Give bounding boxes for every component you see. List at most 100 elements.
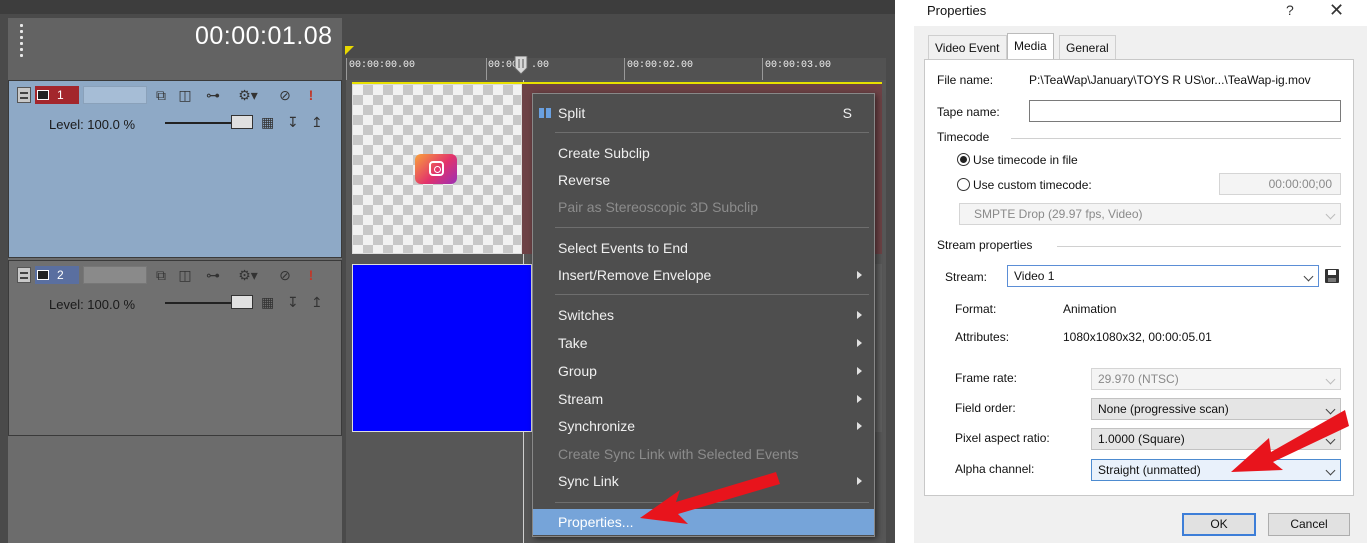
timecode-display: 00:00:01.08	[195, 22, 333, 50]
select-value: Straight (unmatted)	[1098, 463, 1201, 477]
track-header-2[interactable]: 2 ⧉ ◫ ⊶ ⚙▾ ⊘ ! Level: 100.0 % ▦ ↧ ↥	[8, 260, 342, 436]
cancel-button[interactable]: Cancel	[1268, 513, 1350, 536]
mute-icon[interactable]: ⊘	[277, 87, 293, 103]
compositing-up-icon[interactable]: ↥	[311, 114, 323, 131]
file-name-label: File name:	[937, 73, 994, 87]
level-slider-thumb[interactable]	[231, 295, 253, 309]
select-value: None (progressive scan)	[1098, 402, 1229, 416]
stream-label: Stream:	[945, 270, 988, 284]
menu-item-label: Properties...	[558, 514, 634, 530]
track-level-label: Level: 100.0 %	[49, 297, 136, 312]
menu-item-label: Split	[558, 105, 586, 121]
alpha-channel-label: Alpha channel:	[955, 462, 1035, 476]
stream-select[interactable]: Video 1	[1007, 265, 1319, 287]
track-name-field[interactable]	[83, 266, 147, 284]
compositing-up-icon[interactable]: ↥	[311, 294, 323, 311]
fx-gear-icon[interactable]: ⚙▾	[233, 87, 263, 103]
menu-item-label: Stream	[558, 391, 604, 407]
submenu-arrow-icon	[857, 339, 862, 347]
alpha-icon[interactable]: ▦	[261, 294, 274, 311]
use-file-timecode-radio[interactable]	[957, 153, 970, 166]
menu-item-split[interactable]: Split S	[533, 100, 874, 126]
ruler-tick: 00:00:03.00	[765, 60, 832, 71]
tab-media[interactable]: Media	[1007, 33, 1054, 60]
menu-item-switches[interactable]: Switches	[533, 302, 874, 328]
top-strip	[0, 0, 895, 14]
alpha-icon[interactable]: ▦	[261, 114, 274, 131]
menu-item-label: Reverse	[558, 172, 611, 188]
compositing-down-icon[interactable]: ↧	[287, 294, 299, 311]
playhead-marker[interactable]	[513, 56, 529, 76]
tab-video-event[interactable]: Video Event	[928, 35, 1007, 59]
submenu-arrow-icon	[857, 367, 862, 375]
motion-icon[interactable]: ⊶	[205, 87, 221, 103]
level-slider-track[interactable]	[165, 302, 235, 304]
menu-item-select-events-to-end[interactable]: Select Events to End	[533, 235, 874, 261]
track-minimize-icon[interactable]	[17, 87, 31, 103]
timeline-ruler[interactable]: 00:00:00.00 00:00 .00 00:00:02.00 00:00:…	[346, 58, 886, 80]
track-header-1[interactable]: 1 ⧉ ◫ ⊶ ⚙▾ ⊘ ! Level: 100.0 % ▦ ↧ ↥	[8, 80, 342, 258]
menu-item-pair-stereoscopic: Pair as Stereoscopic 3D Subclip	[533, 194, 874, 220]
dialog-title: Properties	[927, 3, 987, 18]
tape-name-input[interactable]	[1029, 100, 1341, 122]
tab-general[interactable]: General	[1059, 35, 1116, 59]
grip-dot	[20, 42, 23, 45]
format-value: Animation	[1063, 302, 1117, 316]
file-name-value: P:\TeaWap\January\TOYS R US\or...\TeaWap…	[1029, 73, 1311, 87]
menu-item-label: Create Subclip	[558, 145, 650, 161]
grip-dot	[20, 30, 23, 33]
menu-item-stream[interactable]: Stream	[533, 386, 874, 412]
menu-separator	[555, 227, 869, 228]
select-value: SMPTE Drop (29.97 fps, Video)	[974, 207, 1143, 221]
level-slider-track[interactable]	[165, 122, 235, 124]
tape-name-label: Tape name:	[937, 105, 1000, 119]
chevron-down-icon	[1303, 271, 1314, 282]
menu-item-label: Insert/Remove Envelope	[558, 267, 712, 283]
group-line	[1057, 246, 1341, 247]
close-icon[interactable]: ✕	[1329, 0, 1344, 21]
menu-item-create-subclip[interactable]: Create Subclip	[533, 140, 874, 166]
menu-item-label: Sync Link	[558, 473, 619, 489]
parent-child-icon[interactable]: ◫	[177, 87, 193, 103]
composite-mode-icon[interactable]: ⧉	[153, 87, 169, 103]
save-icon[interactable]	[1324, 268, 1340, 284]
level-slider-thumb[interactable]	[231, 115, 253, 129]
timecode-format-select[interactable]: SMPTE Drop (29.97 fps, Video)	[959, 203, 1341, 225]
grip-dot	[20, 54, 23, 57]
chevron-down-icon	[1325, 374, 1336, 385]
attributes-label: Attributes:	[955, 330, 1010, 344]
menu-item-synchronize[interactable]: Synchronize	[533, 413, 874, 439]
menu-shortcut: S	[842, 105, 852, 121]
solo-icon[interactable]: !	[303, 87, 319, 103]
track-level-label: Level: 100.0 %	[49, 117, 136, 132]
properties-dialog: Properties ? ✕ Video Event Media General…	[914, 0, 1367, 543]
grip-dot	[20, 48, 23, 51]
track-minimize-icon[interactable]	[17, 267, 31, 283]
frame-rate-select: 29.970 (NTSC)	[1091, 368, 1341, 390]
custom-timecode-input[interactable]: 00:00:00;00	[1219, 173, 1341, 195]
menu-item-insert-remove-envelope[interactable]: Insert/Remove Envelope	[533, 262, 874, 288]
grip-dot	[20, 24, 23, 27]
help-icon[interactable]: ?	[1286, 2, 1294, 18]
ok-button[interactable]: OK	[1182, 513, 1256, 536]
compositing-down-icon[interactable]: ↧	[287, 114, 299, 131]
menu-item-label: Select Events to End	[558, 240, 688, 256]
red-arrow-icon	[640, 472, 780, 524]
use-custom-timecode-label: Use custom timecode:	[973, 178, 1092, 192]
parent-child-icon[interactable]: ◫	[177, 267, 193, 283]
track-name-field[interactable]	[83, 86, 147, 104]
fx-gear-icon[interactable]: ⚙▾	[233, 267, 263, 283]
menu-item-label: Group	[558, 363, 597, 379]
menu-item-create-sync-link: Create Sync Link with Selected Events	[533, 441, 874, 467]
menu-item-group[interactable]: Group	[533, 358, 874, 384]
solo-icon[interactable]: !	[303, 267, 319, 283]
mute-icon[interactable]: ⊘	[277, 267, 293, 283]
attributes-value: 1080x1080x32, 00:00:05.01	[1063, 330, 1212, 344]
menu-item-reverse[interactable]: Reverse	[533, 167, 874, 193]
composite-mode-icon[interactable]: ⧉	[153, 267, 169, 283]
use-custom-timecode-radio[interactable]	[957, 178, 970, 191]
menu-item-label: Switches	[558, 307, 615, 323]
menu-item-take[interactable]: Take	[533, 330, 874, 356]
video-event-2[interactable]	[352, 264, 532, 432]
motion-icon[interactable]: ⊶	[205, 267, 221, 283]
